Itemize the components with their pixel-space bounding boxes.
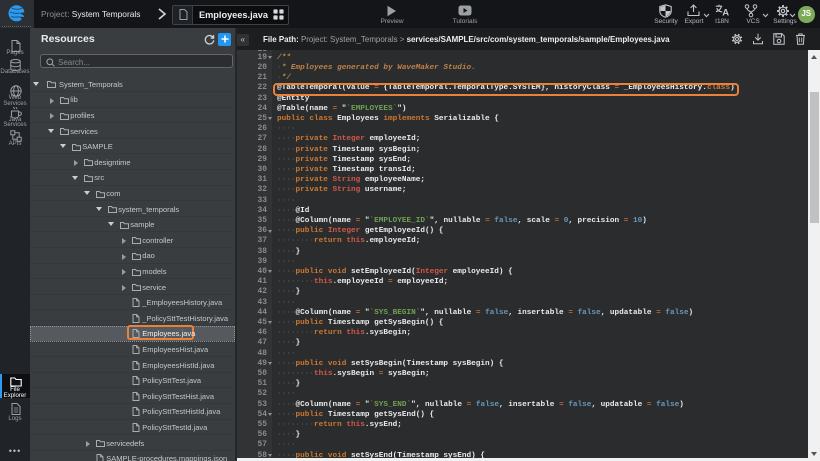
svg-text:A: A — [722, 7, 729, 18]
